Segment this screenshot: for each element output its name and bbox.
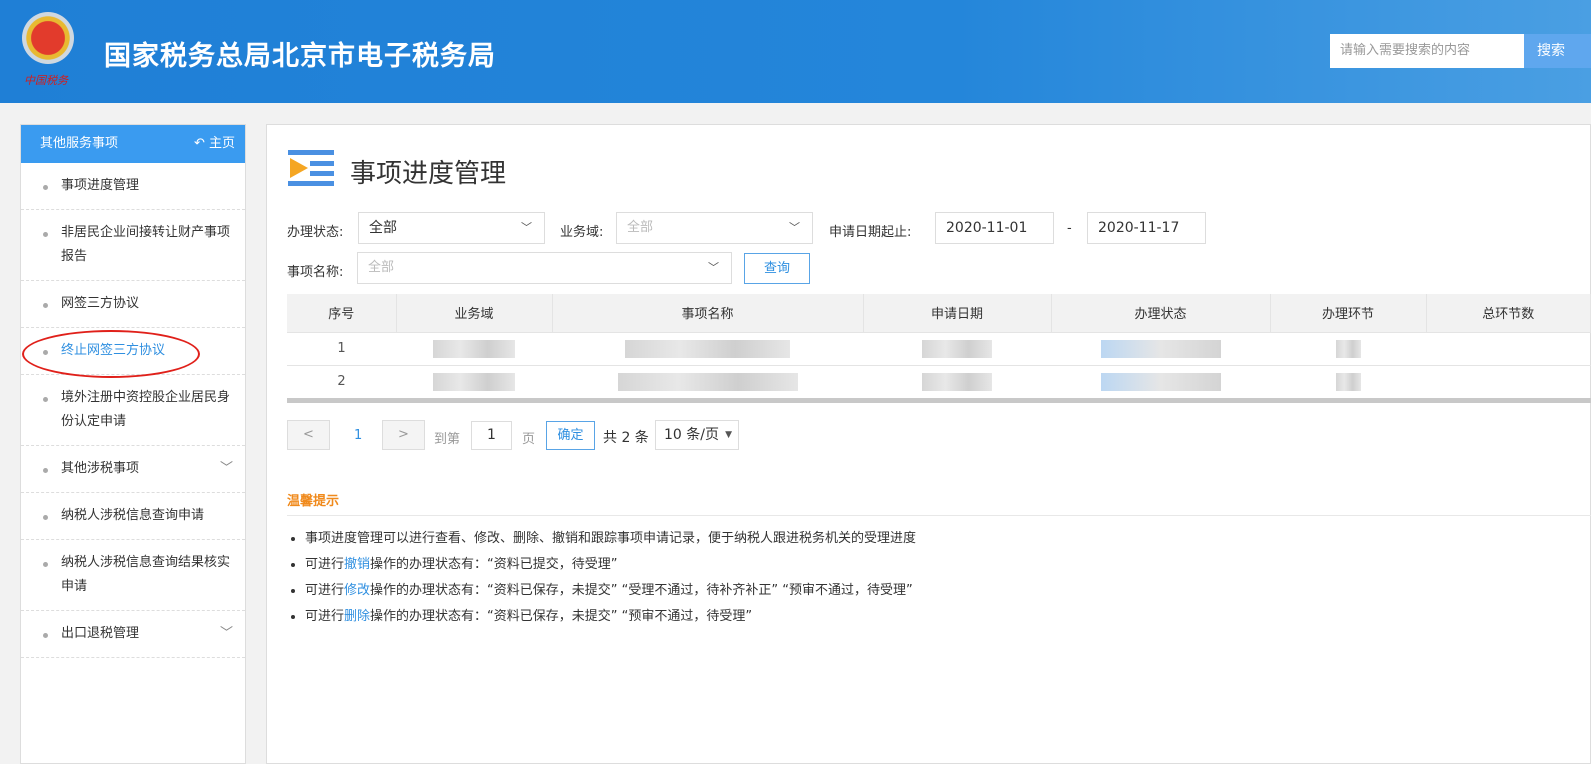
sidebar-header: 其他服务事项 ↶ 主页 (21, 125, 245, 163)
sidebar-heading: 其他服务事项 (40, 136, 119, 151)
column-header: 办理状态 (1051, 294, 1271, 332)
horizontal-scrollbar[interactable] (287, 398, 1591, 403)
domain-select[interactable]: 全部 ﹀ (616, 212, 813, 244)
caret-down-icon: ▼ (725, 430, 732, 440)
back-arrow-icon: ↶ (193, 136, 209, 151)
redacted-cell[interactable] (1100, 372, 1221, 391)
table-row[interactable]: 2 (287, 364, 1591, 398)
status-label: 办理状态: (287, 225, 344, 240)
site-title: 国家税务总局北京市电子税务局 (104, 41, 496, 72)
tip-item: 事项进度管理可以进行查看、修改、删除、撤销和跟踪事项申请记录，便于纳税人跟进税务… (305, 526, 916, 552)
tip-text: 操作的办理状态有：“资料已保存，未提交” “受理不通过，待补齐补正” “预审不通… (370, 583, 913, 598)
tip-item: 可进行撤销操作的办理状态有：“资料已提交，待受理” (305, 552, 916, 578)
sidebar-item-other-tax[interactable]: 其他涉税事项 ﹀ (21, 446, 245, 493)
tips-list: 事项进度管理可以进行查看、修改、删除、撤销和跟踪事项申请记录，便于纳税人跟进税务… (305, 526, 916, 630)
red-annotation-circle (22, 330, 200, 378)
next-page-button[interactable]: > (382, 420, 425, 450)
chevron-down-icon: ﹀ (789, 221, 800, 234)
home-link[interactable]: ↶ 主页 (194, 125, 235, 163)
sidebar-item-tripartite[interactable]: 网签三方协议 (21, 281, 245, 328)
sidebar-item-label: 出口退税管理 (61, 626, 140, 641)
redacted-cell[interactable] (1100, 339, 1221, 358)
revoke-link[interactable]: 撤销 (344, 557, 370, 572)
item-name-value: 全部 (368, 260, 395, 275)
column-header: 序号 (287, 294, 397, 332)
page-size-select[interactable]: 10 条/页 ▼ (655, 420, 739, 450)
tip-text: 事项进度管理可以进行查看、修改、删除、撤销和跟踪事项申请记录，便于纳税人跟进税务… (305, 531, 917, 546)
chevron-down-icon: ﹀ (521, 221, 532, 234)
redacted-cell (1335, 372, 1361, 391)
redacted-cell (922, 339, 992, 358)
row-index: 1 (287, 331, 396, 365)
search-button[interactable]: 搜索 (1524, 34, 1591, 68)
home-label: 主页 (208, 136, 235, 151)
goto-label: 到第 (434, 432, 461, 447)
date-to-input[interactable]: 2020-11-17 (1087, 212, 1206, 244)
search-input[interactable]: 请输入需要搜索的内容 (1330, 34, 1524, 68)
redacted-cell (922, 372, 992, 391)
sidebar-item-export-refund[interactable]: 出口退税管理 ﹀ (21, 611, 245, 658)
total-count: 共 2 条 (603, 430, 649, 446)
table-header-row: 序号 业务域 事项名称 申请日期 办理状态 办理环节 总环节数 (287, 294, 1591, 332)
item-name-select[interactable]: 全部 ﹀ (357, 252, 732, 284)
sidebar-item-resident-identity[interactable]: 境外注册中资控股企业居民身份认定申请 (21, 375, 245, 446)
chevron-down-icon: ﹀ (219, 626, 233, 641)
modify-link[interactable]: 修改 (344, 583, 370, 598)
redacted-cell (625, 339, 790, 358)
row-index: 2 (287, 364, 396, 398)
page-title: 事项进度管理 (350, 159, 507, 189)
seal-text: 中国税务 (24, 74, 68, 87)
redacted-cell (433, 339, 515, 358)
tip-text: 可进行 (305, 583, 345, 598)
column-header: 业务域 (396, 294, 553, 332)
sidebar-item-label: 其他涉税事项 (61, 461, 140, 476)
table-row[interactable]: 1 (287, 331, 1591, 365)
current-page[interactable]: 1 (354, 428, 362, 443)
goto-page-input[interactable]: 1 (471, 421, 512, 450)
tip-text: 操作的办理状态有：“资料已保存，未提交” “预审不通过，待受理” (370, 609, 753, 624)
redacted-cell (433, 372, 515, 391)
chevron-down-icon: ﹀ (219, 461, 233, 476)
page-size-value: 10 条/页 (664, 427, 719, 443)
column-header: 事项名称 (552, 294, 864, 332)
tips-title: 温馨提示 (287, 494, 340, 509)
status-select[interactable]: 全部 ﹀ (358, 212, 545, 244)
domain-value: 全部 (627, 220, 654, 235)
column-header: 办理环节 (1270, 294, 1427, 332)
sidebar-item-info-query[interactable]: 纳税人涉税信息查询申请 (21, 493, 245, 540)
sidebar-item-query-verify[interactable]: 纳税人涉税信息查询结果核实申请 (21, 540, 245, 611)
domain-label: 业务域: (560, 225, 604, 240)
delete-link[interactable]: 删除 (344, 609, 370, 624)
tip-text: 操作的办理状态有：“资料已提交，待受理” (370, 557, 618, 572)
tip-text: 可进行 (305, 609, 345, 624)
site-header: 中国税务 国家税务总局北京市电子税务局 请输入需要搜索的内容 搜索 (0, 0, 1591, 103)
chevron-down-icon: ﹀ (708, 261, 719, 274)
sidebar-item-nonresident-report[interactable]: 非居民企业间接转让财产事项报告 (21, 210, 245, 281)
tip-text: 可进行 (305, 557, 345, 572)
tax-emblem-logo (22, 12, 74, 64)
date-separator: - (1067, 221, 1072, 236)
query-button[interactable]: 查询 (744, 253, 810, 284)
tip-item: 可进行修改操作的办理状态有：“资料已保存，未提交” “受理不通过，待补齐补正” … (305, 578, 916, 604)
sidebar-item-progress[interactable]: 事项进度管理 (21, 163, 245, 210)
progress-table: 序号 业务域 事项名称 申请日期 办理状态 办理环节 总环节数 1 2 (287, 294, 1591, 398)
column-header: 总环节数 (1426, 294, 1591, 332)
tip-item: 可进行删除操作的办理状态有：“资料已保存，未提交” “预审不通过，待受理” (305, 604, 916, 630)
prev-page-button[interactable]: < (287, 420, 330, 450)
column-header: 申请日期 (863, 294, 1052, 332)
sidebar: 其他服务事项 ↶ 主页 事项进度管理 非居民企业间接转让财产事项报告 网签三方协… (20, 124, 246, 764)
confirm-page-button[interactable]: 确定 (546, 421, 595, 450)
status-value: 全部 (369, 220, 397, 236)
divider (287, 515, 1591, 516)
name-label: 事项名称: (287, 265, 344, 280)
date-from-input[interactable]: 2020-11-01 (935, 212, 1054, 244)
list-title-icon (288, 150, 334, 186)
page-unit-label: 页 (522, 432, 536, 447)
date-label: 申请日期起止: (829, 225, 912, 240)
redacted-cell (1335, 339, 1361, 358)
redacted-cell (617, 372, 798, 391)
